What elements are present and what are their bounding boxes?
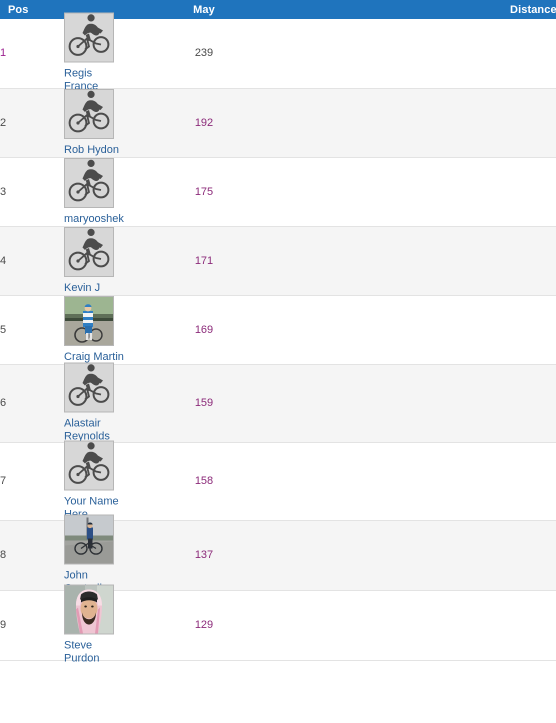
rider-name-link[interactable]: Steve Purdon	[64, 640, 128, 666]
table-row[interactable]: 3maryooshek175175	[0, 157, 556, 226]
rider-cell: Alastair Reynolds	[64, 362, 144, 444]
rider-name-link[interactable]: Rob Hydon	[64, 144, 128, 157]
cell-position: 9 Steve Purdon	[0, 584, 114, 665]
position-number[interactable]: 1	[0, 47, 6, 59]
position-number[interactable]: 9	[0, 619, 6, 631]
month-value[interactable]: 192	[195, 117, 213, 129]
rider-name-link[interactable]: maryooshek	[64, 213, 128, 226]
cell-distance-value: 158	[332, 442, 556, 520]
month-value[interactable]: 129	[195, 619, 213, 631]
position-number[interactable]: 7	[0, 475, 6, 487]
rider-cell: Steve Purdon	[64, 584, 144, 666]
cell-distance-value: 159	[332, 364, 556, 442]
month-value[interactable]: 158	[195, 475, 213, 487]
rider-cell: Regis France	[64, 12, 144, 94]
cell-position: 8John Cantrell	[0, 514, 114, 595]
avatar-placeholder-cyclist[interactable]	[64, 157, 114, 208]
cell-distance-value: 137	[332, 520, 556, 590]
table-row[interactable]: 5Craig Martin169169	[0, 295, 556, 364]
table-row[interactable]: 7Your Name Here158158	[0, 440, 556, 521]
month-value[interactable]: 175	[195, 186, 213, 198]
cell-position: 6 Alastair Reynolds	[0, 362, 114, 443]
avatar-placeholder-cyclist[interactable]	[64, 88, 114, 139]
rider-cell: Craig Martin	[64, 295, 144, 364]
avatar-photo-craig-martin[interactable]	[64, 295, 114, 346]
cell-position: 1 Regis France	[0, 12, 114, 93]
position-number[interactable]: 5	[0, 324, 6, 336]
position-number[interactable]: 8	[0, 549, 6, 561]
table-body: 1Regis France2392392Rob Hydon1921923mary…	[0, 12, 556, 665]
leaderboard-table: Pos May Distance (miles) 1Regis France23…	[0, 0, 556, 665]
avatar-placeholder-cyclist[interactable]	[64, 440, 114, 491]
month-value[interactable]: 159	[195, 397, 213, 409]
month-value[interactable]: 169	[195, 324, 213, 336]
cell-distance-value: 129	[332, 590, 556, 660]
rider-cell: Rob Hydon	[64, 88, 144, 157]
table-row[interactable]: 1Regis France239239	[0, 12, 556, 93]
rider-name-link[interactable]: Kevin J	[64, 282, 128, 295]
table-row[interactable]: 4Kevin J171171	[0, 226, 556, 295]
table-row[interactable]: 2Rob Hydon192192	[0, 88, 556, 157]
cell-position: 7Your Name Here	[0, 440, 119, 521]
avatar-photo-steve-purdon[interactable]	[64, 584, 114, 635]
table-row[interactable]: 6Alastair Reynolds159159	[0, 362, 556, 443]
rider-cell: John Cantrell	[64, 514, 144, 596]
cell-position: 2 Rob Hydon	[0, 88, 119, 157]
avatar-placeholder-cyclist[interactable]	[64, 12, 114, 63]
table-row[interactable]: 9Steve Purdon129129	[0, 584, 556, 665]
month-value[interactable]: 137	[195, 549, 213, 561]
cell-position: 4 Kevin J	[0, 226, 114, 295]
month-value[interactable]: 171	[195, 255, 213, 267]
avatar-placeholder-cyclist[interactable]	[64, 226, 114, 277]
position-number[interactable]: 4	[0, 255, 6, 267]
rider-cell: Your Name Here	[64, 440, 144, 522]
column-header-distance[interactable]: Distance (miles)	[332, 0, 556, 19]
cell-distance-value: 169	[332, 295, 556, 364]
avatar-placeholder-cyclist[interactable]	[64, 362, 114, 413]
cell-distance-value: 171	[332, 226, 556, 295]
position-number[interactable]: 2	[0, 117, 6, 129]
position-number[interactable]: 3	[0, 186, 6, 198]
cell-distance-value: 175	[332, 157, 556, 226]
cell-distance-value: 192	[332, 88, 556, 157]
avatar-photo-john-cantrell[interactable]	[64, 514, 114, 565]
cell-distance-value: 239	[332, 19, 556, 88]
cell-position: 3 maryooshek	[0, 157, 124, 226]
cell-position: 5 Craig Martin	[0, 295, 124, 364]
rider-cell: maryooshek	[64, 157, 144, 226]
position-number[interactable]: 6	[0, 397, 6, 409]
month-value[interactable]: 239	[195, 47, 213, 59]
rider-cell: Kevin J	[64, 226, 144, 295]
table-row[interactable]: 8John Cantrell137137	[0, 514, 556, 595]
